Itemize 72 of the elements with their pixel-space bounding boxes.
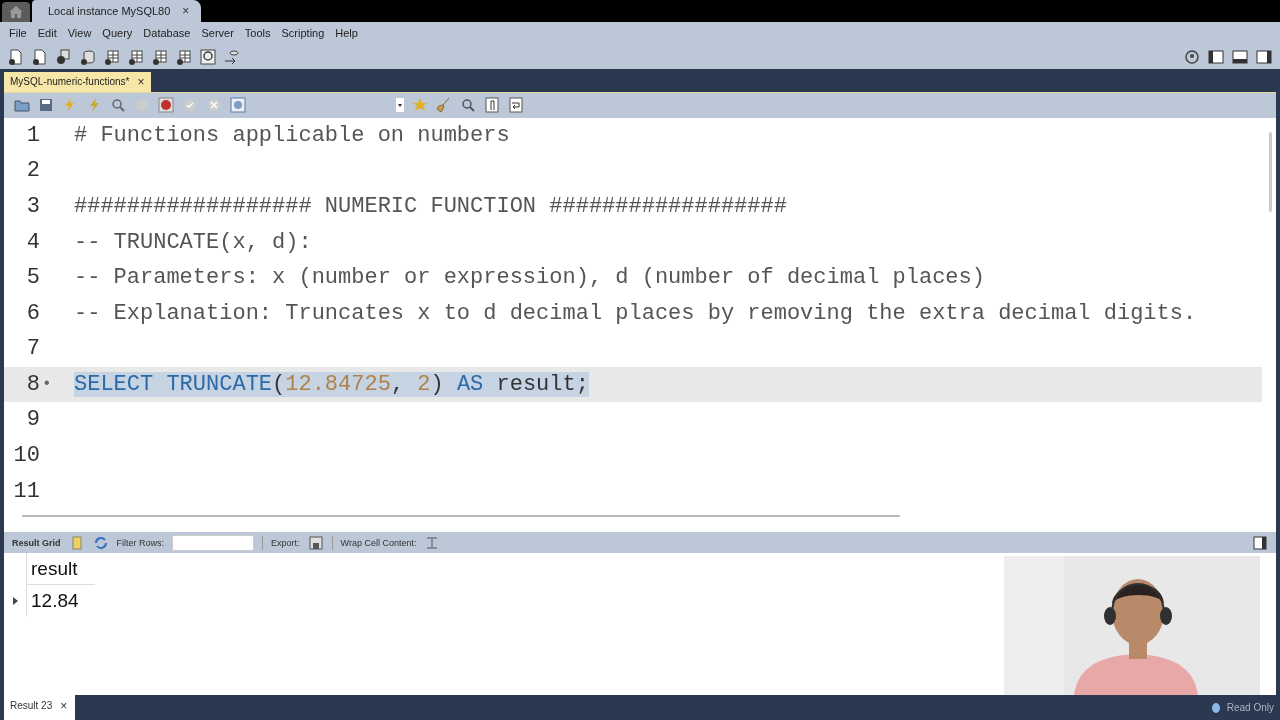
table-icon[interactable] (104, 49, 120, 65)
info-icon (1210, 701, 1221, 714)
menu-item[interactable]: Scripting (278, 27, 333, 40)
refresh-icon[interactable] (92, 534, 109, 551)
code-line: -- TRUNCATE(x, d): (74, 229, 312, 255)
editor-tab[interactable]: MySQL-numeric-functions* × (4, 72, 151, 92)
check-icon[interactable] (182, 97, 198, 114)
menu-item[interactable]: Tools (241, 27, 279, 40)
line-number: 3 (25, 194, 40, 220)
column-header[interactable]: result (27, 553, 95, 586)
line-number: 10 (12, 442, 40, 468)
view-icon[interactable] (128, 49, 144, 65)
code-line: ################## NUMERIC FUNCTION ################## (74, 194, 787, 220)
line-number: 6 (25, 300, 40, 326)
sidebar-toggle-icon[interactable] (1256, 49, 1272, 65)
menu-item[interactable]: Help (332, 27, 366, 40)
settings-icon[interactable] (1184, 49, 1200, 65)
line-number: 4 (25, 229, 40, 255)
magnifier-icon[interactable] (460, 97, 476, 114)
line-number: 7 (25, 336, 40, 362)
database-icon[interactable] (80, 49, 96, 65)
paragraph-icon[interactable] (484, 97, 500, 114)
line-number: 2 (25, 158, 40, 184)
export-icon[interactable] (307, 534, 324, 551)
home-icon (9, 6, 23, 18)
code-line: -- Explanation: Truncates x to d decimal places by removing the extra decimal digits. (74, 300, 1197, 326)
code-line: # Functions applicable on numbers (74, 122, 510, 148)
scrollbar[interactable] (22, 514, 900, 517)
folder-icon[interactable] (14, 97, 30, 114)
info-icon[interactable] (56, 49, 72, 65)
new-file-icon[interactable] (8, 49, 24, 65)
statement-marker: • (42, 375, 52, 394)
reconnect-icon[interactable] (224, 49, 240, 65)
close-icon[interactable]: × (137, 75, 145, 89)
star-icon[interactable] (412, 97, 428, 114)
line-number: 11 (12, 478, 40, 504)
menu-item[interactable]: View (64, 27, 100, 40)
filter-field[interactable] (172, 534, 255, 551)
status-text: Read Only (1226, 702, 1274, 714)
line-number: 8 (25, 371, 40, 397)
save-icon[interactable] (38, 97, 54, 114)
line-number: 9 (25, 407, 40, 433)
menu-item[interactable]: Server (198, 27, 242, 40)
scrollbar[interactable] (1269, 131, 1272, 212)
connection-tab[interactable]: Local instance MySQL80 × (32, 0, 202, 22)
result-tab[interactable]: Result 23 × (4, 695, 76, 720)
filter-label: Filter Rows: (116, 537, 165, 548)
broom-icon[interactable] (436, 97, 452, 114)
sidebar-toggle-icon[interactable] (1208, 49, 1224, 65)
result-grid-tab[interactable]: Result Grid (12, 537, 61, 548)
export-label: Export: (271, 537, 300, 548)
table-cell-text: 12.84 (30, 589, 80, 614)
close-icon[interactable]: × (182, 4, 190, 18)
wrap-icon[interactable] (508, 97, 524, 114)
menu-item[interactable]: Edit (34, 27, 65, 40)
close-icon[interactable]: × (60, 698, 68, 713)
magnifier-icon[interactable] (110, 97, 126, 114)
open-file-icon[interactable] (32, 49, 48, 65)
line-number: 1 (25, 122, 40, 148)
menu-item[interactable]: File (6, 27, 35, 40)
row-pointer-icon (12, 597, 18, 606)
menu-item[interactable]: Database (140, 27, 199, 40)
code-line: -- Parameters: x (number or expression), d (number of decimal places) (74, 265, 985, 291)
home-tab[interactable] (2, 2, 30, 22)
caret-icon (396, 98, 404, 113)
menu-item[interactable]: Query (99, 27, 141, 40)
panel-toggle-icon[interactable] (1252, 534, 1268, 551)
wrap-label: Wrap Cell Content: (340, 537, 417, 548)
function-icon[interactable] (176, 49, 192, 65)
procedure-icon[interactable] (152, 49, 168, 65)
panel-toggle-icon[interactable] (1232, 49, 1248, 65)
line-number: 5 (25, 265, 40, 291)
